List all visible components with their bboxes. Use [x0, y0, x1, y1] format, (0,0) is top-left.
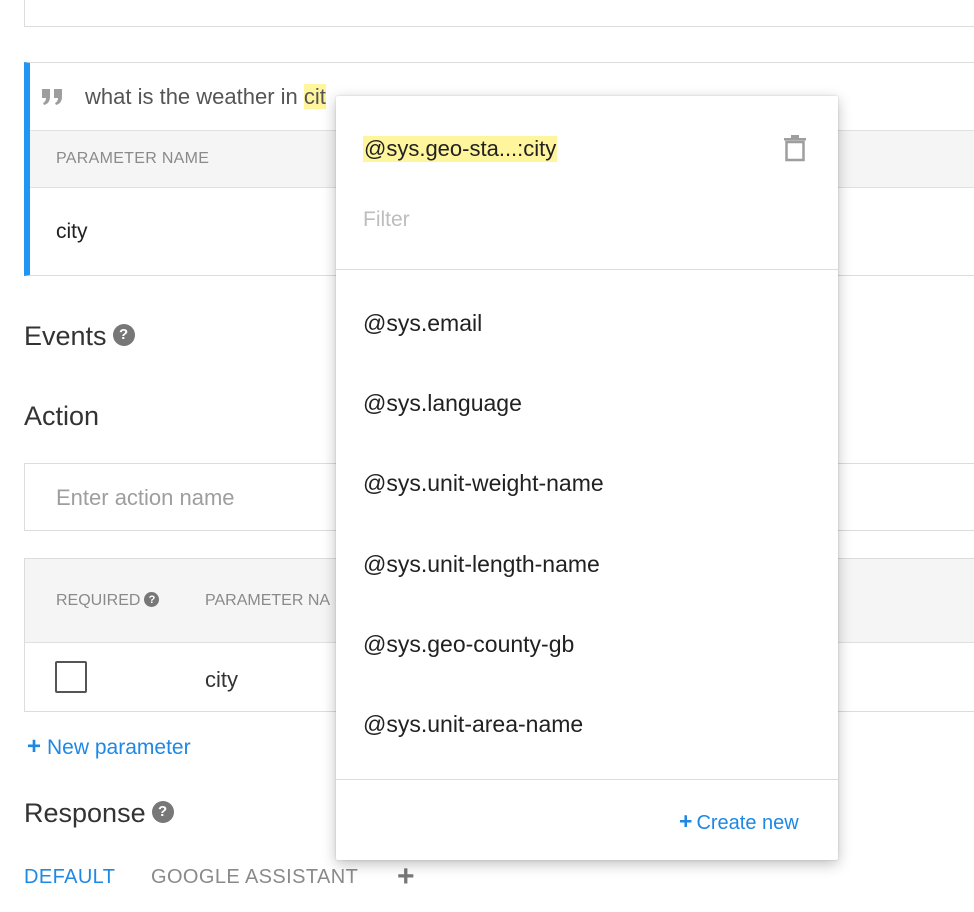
divider: [336, 779, 838, 780]
action-name-placeholder[interactable]: Enter action name: [56, 485, 235, 511]
phrase-annotated-word[interactable]: cit: [303, 84, 326, 109]
tab-default[interactable]: DEFAULT: [24, 866, 115, 889]
quote-icon: [40, 86, 66, 108]
events-title: Events?: [24, 321, 135, 352]
phrase-plain-text: what is the weather in: [85, 84, 304, 109]
add-response-tab-button[interactable]: +: [397, 860, 415, 894]
create-new-label: Create new: [696, 812, 799, 834]
entity-option[interactable]: @sys.language: [363, 390, 522, 417]
entity-option[interactable]: @sys.email: [363, 310, 482, 337]
entity-dropdown: @sys.geo-sta...:city @sys.email @sys.lan…: [336, 96, 838, 860]
create-new-entity-button[interactable]: + Create new: [679, 808, 799, 835]
parameter-name-column-header: PARAMETER NA: [205, 592, 331, 609]
selected-entity[interactable]: @sys.geo-sta...:city: [363, 136, 558, 162]
new-parameter-link[interactable]: + New parameter: [27, 733, 191, 761]
required-checkbox[interactable]: [55, 661, 87, 693]
action-title: Action: [24, 401, 100, 431]
new-parameter-label: New parameter: [47, 736, 191, 759]
entity-option[interactable]: @sys.unit-weight-name: [363, 470, 604, 497]
tab-google-assistant[interactable]: GOOGLE ASSISTANT: [151, 866, 358, 889]
parameter-name-header: PARAMETER NAME: [56, 150, 210, 167]
training-phrase-text[interactable]: what is the weather in cit: [85, 84, 326, 110]
events-label: Events: [24, 321, 107, 351]
training-phrase-input[interactable]: [24, 0, 974, 27]
required-label: REQUIRED: [56, 592, 141, 609]
entity-filter-input[interactable]: [363, 208, 803, 232]
plus-icon: +: [679, 808, 693, 834]
entity-option[interactable]: @sys.geo-county-gb: [363, 631, 574, 658]
help-icon[interactable]: ?: [144, 592, 160, 608]
help-icon[interactable]: ?: [151, 800, 174, 823]
entity-option[interactable]: @sys.unit-area-name: [363, 711, 583, 738]
parameter-row-name[interactable]: city: [205, 667, 238, 693]
required-column-header: REQUIRED?: [56, 592, 160, 610]
help-icon[interactable]: ?: [112, 323, 135, 346]
trash-icon[interactable]: [783, 134, 807, 162]
response-label: Response: [24, 798, 146, 828]
entity-option[interactable]: @sys.unit-length-name: [363, 551, 600, 578]
phrase-param-value[interactable]: city: [56, 220, 88, 244]
response-title: Response?: [24, 798, 174, 829]
plus-icon: +: [27, 733, 42, 760]
divider: [336, 269, 838, 270]
